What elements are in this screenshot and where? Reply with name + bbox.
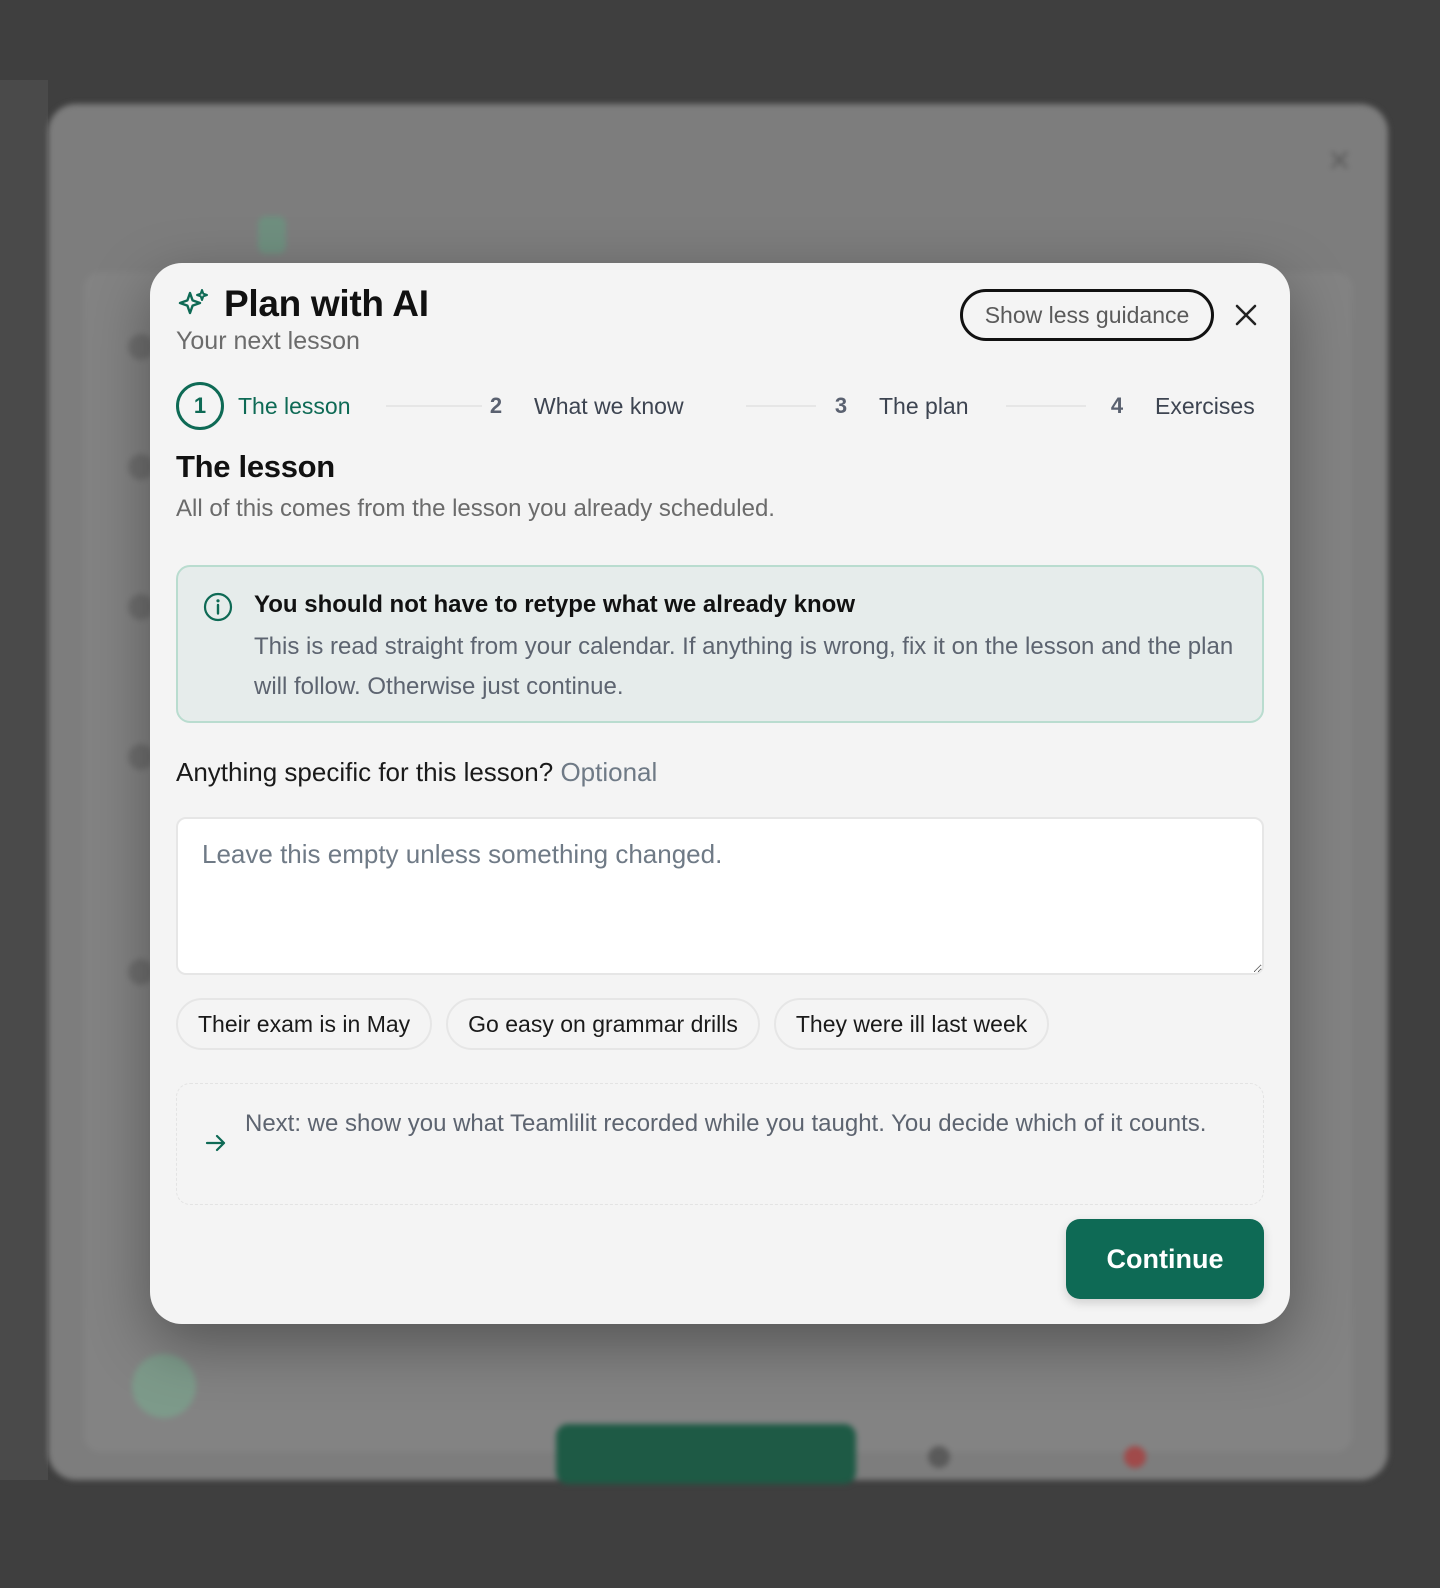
step-the-plan[interactable]: 3 The plan xyxy=(817,381,969,431)
background-sidebar xyxy=(0,80,48,1480)
step-label: What we know xyxy=(534,392,684,419)
chip-exam-in-may[interactable]: Their exam is in May xyxy=(176,998,433,1050)
step-label: The plan xyxy=(879,392,969,419)
stepper-connector xyxy=(1006,405,1086,407)
modal-title: Plan with AI xyxy=(224,283,429,324)
background-tab-active xyxy=(258,216,286,254)
background-avatar xyxy=(132,1354,196,1418)
info-icon xyxy=(203,592,233,622)
chip-ill-last-week[interactable]: They were ill last week xyxy=(773,998,1050,1050)
step-number: 4 xyxy=(1110,393,1124,418)
notes-label-text: Anything specific for this lesson? xyxy=(176,757,554,787)
section-title: The lesson xyxy=(176,449,335,484)
step-exercises[interactable]: 4 Exercises xyxy=(1093,381,1255,431)
info-title: You should not have to retype what we al… xyxy=(254,591,855,618)
arrow-right-icon xyxy=(205,1134,226,1152)
step-the-lesson[interactable]: 1 The lesson xyxy=(176,381,351,431)
chip-go-easy-grammar[interactable]: Go easy on grammar drills xyxy=(446,998,760,1050)
info-callout: You should not have to retype what we al… xyxy=(176,565,1264,723)
next-step-hint: Next: we show you what Teamlilit recorde… xyxy=(176,1083,1264,1205)
background-close-icon: ✕ xyxy=(1326,145,1352,178)
section-description: All of this comes from the lesson you al… xyxy=(176,495,775,522)
continue-button[interactable]: Continue xyxy=(1066,1219,1264,1299)
sparkle-icon xyxy=(178,289,208,315)
step-number: 3 xyxy=(834,393,848,418)
step-number: 1 xyxy=(176,382,224,430)
modal-header: Plan with AI xyxy=(176,283,429,325)
progress-stepper: 1 The lesson 2 What we know 3 The plan 4… xyxy=(176,381,1264,431)
step-what-we-know[interactable]: 2 What we know xyxy=(472,381,684,431)
step-label: Exercises xyxy=(1155,392,1255,419)
step-label: The lesson xyxy=(238,392,351,419)
background-primary-button xyxy=(556,1424,856,1484)
stepper-connector xyxy=(386,405,482,407)
suggestion-chips: Their exam is in May Go easy on grammar … xyxy=(176,998,1063,1050)
background-tab xyxy=(92,216,120,254)
background-dot xyxy=(928,1446,950,1468)
close-icon xyxy=(1235,304,1257,326)
plan-with-ai-modal: Plan with AI Your next lesson Show less … xyxy=(150,263,1290,1324)
background-dot xyxy=(1124,1446,1146,1468)
next-step-text: Next: we show you what Teamlilit recorde… xyxy=(245,1110,1207,1137)
notes-label: Anything specific for this lesson? Optio… xyxy=(176,757,657,788)
optional-tag: Optional xyxy=(560,757,658,787)
step-number: 2 xyxy=(489,393,503,418)
close-button[interactable] xyxy=(1224,293,1268,337)
stepper-connector xyxy=(746,405,816,407)
lesson-notes-textarea[interactable] xyxy=(176,817,1264,975)
background-title xyxy=(80,138,92,192)
modal-subtitle: Your next lesson xyxy=(176,327,360,355)
show-less-guidance-button[interactable]: Show less guidance xyxy=(960,289,1214,341)
info-body: This is read straight from your calendar… xyxy=(254,633,1234,700)
